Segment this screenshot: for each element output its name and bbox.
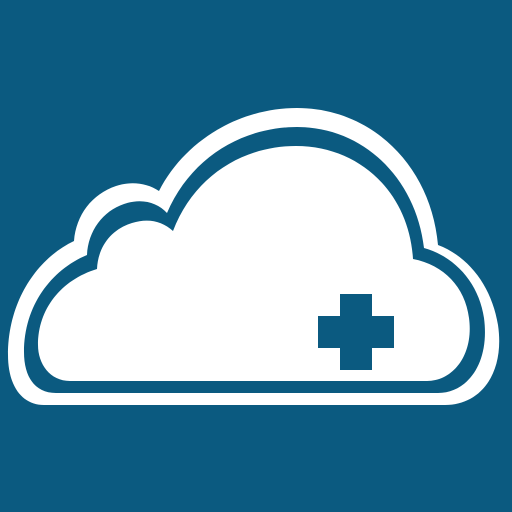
plus-icon-horizontal: [318, 316, 394, 348]
app-icon-tile: [0, 0, 512, 512]
app-icon-canvas: [0, 0, 512, 512]
